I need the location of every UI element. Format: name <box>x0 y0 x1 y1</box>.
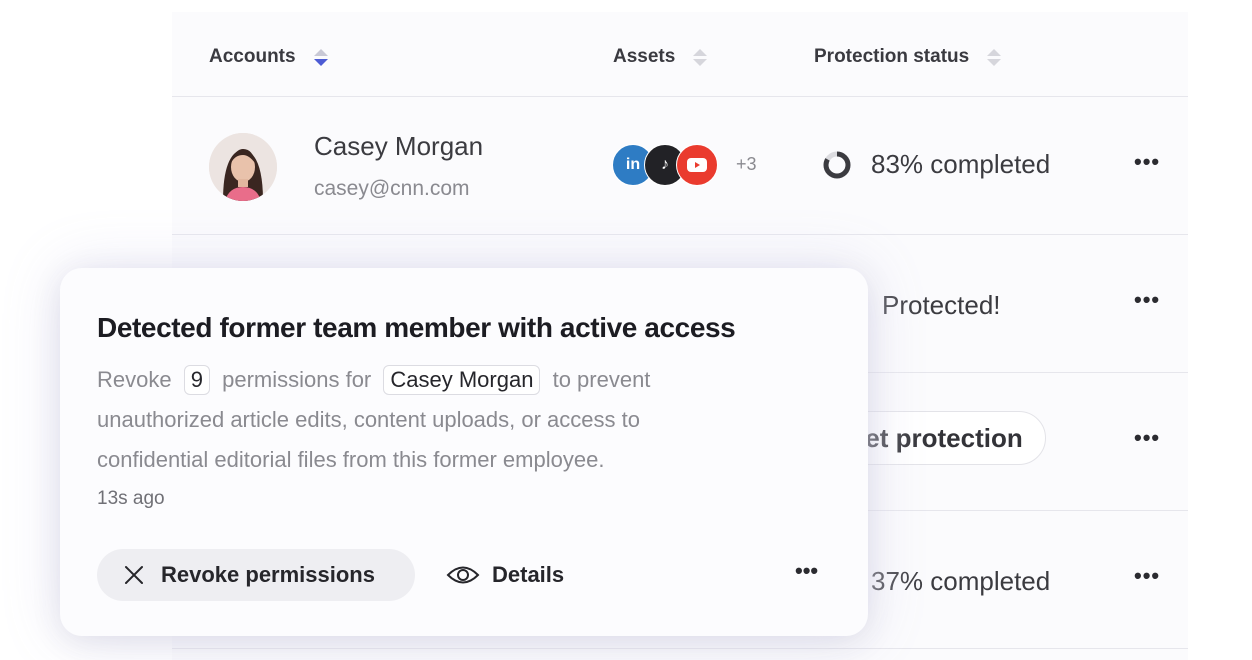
permission-count-chip: 9 <box>183 365 210 395</box>
row-more-button[interactable]: ••• <box>1134 425 1160 451</box>
more-assets-count: +3 <box>736 154 757 174</box>
body-text: to prevent unauthorized article edits, c… <box>97 367 651 472</box>
avatar <box>209 133 277 201</box>
progress-ring-icon <box>823 151 851 178</box>
protection-header-label: Protection status <box>814 46 970 67</box>
revoke-label: Revoke permissions <box>161 562 375 587</box>
youtube-icon <box>676 144 718 186</box>
accounts-header-label: Accounts <box>209 46 296 67</box>
eye-icon <box>446 566 480 584</box>
status-text: 83% completed <box>871 149 1051 179</box>
protection-column-header[interactable]: Protection status <box>814 46 1002 68</box>
alert-notification-card: Detected former team member with active … <box>60 268 868 636</box>
revoke-permissions-button[interactable]: Revoke permissions <box>97 549 415 601</box>
sort-icon[interactable] <box>987 48 1002 66</box>
row-more-button[interactable]: ••• <box>1134 563 1160 589</box>
details-button[interactable]: Details <box>446 549 564 601</box>
card-more-button[interactable]: ••• <box>795 558 818 584</box>
status-text: 37% completed <box>871 566 1051 596</box>
status-text: Protected! <box>882 290 1001 320</box>
sort-icon[interactable] <box>313 48 328 66</box>
close-icon <box>125 566 143 584</box>
table-header: Accounts Assets Protection status <box>172 12 1188 97</box>
account-name: Casey Morgan <box>314 131 484 161</box>
account-email: casey@cnn.com <box>314 177 470 200</box>
row-more-button[interactable]: ••• <box>1134 149 1160 175</box>
get-protection-label: et protection <box>865 422 1023 453</box>
assets-header-label: Assets <box>613 46 676 67</box>
notification-title: Detected former team member with active … <box>97 312 736 343</box>
body-text: Revoke <box>97 367 172 392</box>
sort-icon[interactable] <box>693 48 708 66</box>
body-text: permissions for <box>222 367 372 392</box>
protection-status: 83% completed <box>822 149 1050 180</box>
assets-group[interactable]: in ♪ +3 <box>612 144 812 186</box>
person-avatar-icon <box>209 133 277 201</box>
protection-status: Protected! <box>882 290 1001 321</box>
table-row[interactable]: Casey Morgan casey@cnn.com in ♪ +3 83% c… <box>172 97 1188 235</box>
assets-column-header[interactable]: Assets <box>613 46 708 68</box>
details-label: Details <box>492 562 565 587</box>
row-more-button[interactable]: ••• <box>1134 287 1160 313</box>
accounts-column-header[interactable]: Accounts <box>209 46 328 68</box>
notification-timestamp: 13s ago <box>97 488 165 509</box>
notification-body: Revoke 9 permissions for Casey Morgan to… <box>97 360 757 480</box>
person-chip: Casey Morgan <box>383 365 541 395</box>
